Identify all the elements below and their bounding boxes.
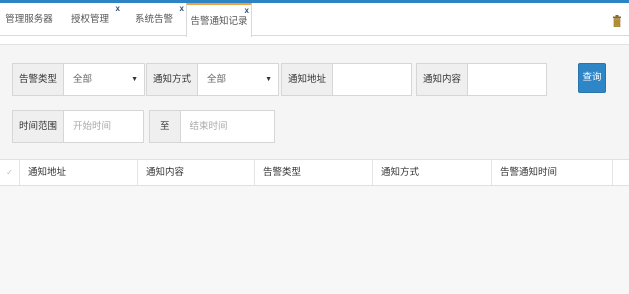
query-button[interactable]: 查询 bbox=[578, 63, 606, 93]
column-header-notify-address[interactable]: 通知地址 bbox=[20, 160, 138, 185]
notify-address-input[interactable] bbox=[333, 64, 411, 95]
close-icon[interactable]: x bbox=[116, 4, 120, 14]
start-time-field[interactable]: 时间范围 开始时间 bbox=[12, 110, 144, 143]
end-time-field[interactable]: 至 结束时间 bbox=[149, 110, 275, 143]
alarm-type-select[interactable]: 告警类型 全部 ▼ bbox=[12, 63, 145, 96]
tab-label: 管理服务器 bbox=[5, 14, 53, 25]
close-icon[interactable]: x bbox=[180, 4, 184, 14]
notify-address-label: 通知地址 bbox=[282, 64, 334, 95]
tab-label: 告警通知记录 bbox=[190, 16, 248, 27]
end-time-input[interactable]: 结束时间 bbox=[181, 111, 274, 142]
tab-alarm-notification-log[interactable]: 告警通知记录 x bbox=[186, 3, 252, 37]
grid-header: ✓ 通知地址 通知内容 告警类型 通知方式 告警通知时间 bbox=[0, 159, 629, 186]
filter-panel: 告警类型 全部 ▼ 通知方式 全部 ▼ 通知地址 通知内容 查询 时间范围 开始… bbox=[0, 44, 629, 294]
alarm-type-selected: 全部 bbox=[73, 74, 93, 85]
notify-method-value[interactable]: 全部 ▼ bbox=[198, 64, 278, 95]
column-header-notify-time[interactable]: 告警通知时间 bbox=[492, 160, 613, 185]
tab-bar: 管理服务器 授权管理 x 系统告警 x 告警通知记录 x bbox=[0, 3, 629, 37]
caret-down-icon: ▼ bbox=[131, 76, 138, 83]
notify-content-input[interactable] bbox=[468, 64, 546, 95]
close-icon[interactable]: x bbox=[245, 6, 249, 16]
notify-method-label: 通知方式 bbox=[147, 64, 199, 95]
notify-content-label: 通知内容 bbox=[417, 64, 469, 95]
tab-system-alarm[interactable]: 系统告警 x bbox=[122, 3, 186, 36]
time-range-label: 时间范围 bbox=[13, 111, 65, 142]
notify-method-select[interactable]: 通知方式 全部 ▼ bbox=[146, 63, 279, 96]
column-header-filler bbox=[613, 160, 629, 185]
tab-server-management[interactable]: 管理服务器 bbox=[0, 3, 58, 36]
caret-down-icon: ▼ bbox=[265, 76, 272, 83]
tab-license-management[interactable]: 授权管理 x bbox=[58, 3, 122, 36]
select-all-checkbox[interactable]: ✓ bbox=[0, 160, 20, 185]
start-time-input[interactable]: 开始时间 bbox=[64, 111, 143, 142]
alarm-type-label: 告警类型 bbox=[13, 64, 65, 95]
alarm-type-value[interactable]: 全部 ▼ bbox=[64, 64, 144, 95]
column-header-notify-method[interactable]: 通知方式 bbox=[373, 160, 492, 185]
notify-method-selected: 全部 bbox=[207, 74, 227, 85]
trash-icon[interactable] bbox=[613, 15, 621, 27]
notify-content-field[interactable]: 通知内容 bbox=[416, 63, 547, 96]
to-label: 至 bbox=[150, 111, 181, 142]
tab-label: 授权管理 bbox=[70, 14, 109, 25]
column-header-notify-content[interactable]: 通知内容 bbox=[138, 160, 255, 185]
tab-label: 系统告警 bbox=[134, 14, 173, 25]
column-header-alarm-type[interactable]: 告警类型 bbox=[255, 160, 373, 185]
notify-address-field[interactable]: 通知地址 bbox=[281, 63, 412, 96]
results-grid: ✓ 通知地址 通知内容 告警类型 通知方式 告警通知时间 bbox=[0, 159, 629, 294]
